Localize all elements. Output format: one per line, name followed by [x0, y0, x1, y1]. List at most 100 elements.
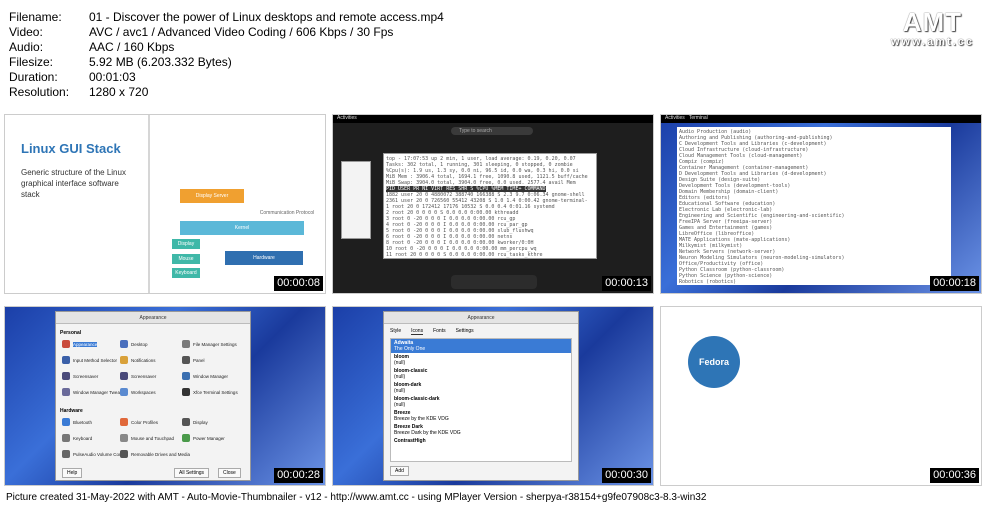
item-label: Mouse and Touchpad [131, 435, 174, 441]
settings-item[interactable]: Workspaces [120, 388, 156, 396]
settings-item[interactable]: Power Manager [182, 434, 225, 442]
settings-item[interactable]: Removable Drives and Media [120, 450, 190, 458]
item-label: Removable Drives and Media [131, 451, 191, 457]
item-label: Notifications [131, 357, 156, 363]
settings-item[interactable]: Xfce Terminal Settings [182, 388, 238, 396]
settings-item[interactable]: Appearance [62, 340, 98, 348]
info-value: 01 - Discover the power of Linux desktop… [89, 10, 444, 24]
list-item[interactable]: bloom-classic-dark (null) [391, 395, 571, 409]
footer-text: Picture created 31-May-2022 with AMT - A… [6, 492, 707, 503]
terminal-content: top - 17:07:53 up 2 min, 1 user, load av… [384, 154, 596, 258]
thumbnail-5[interactable]: Appearance Style Icons Fonts Settings Ad… [332, 306, 654, 486]
list-item[interactable]: Breeze Breeze by the KDE VDG [391, 409, 571, 423]
side-window [341, 161, 371, 239]
info-value: AAC / 160 Kbps [89, 40, 175, 54]
thumbnail-2[interactable]: Activities Type to search top - 17:07:53… [332, 114, 654, 294]
item-label: Input Method Selector [73, 357, 118, 363]
window-title: Appearance [56, 312, 250, 324]
settings-item[interactable]: Keyboard [62, 434, 92, 442]
info-key: Filename: [9, 10, 62, 24]
info-key: Resolution: [9, 85, 70, 99]
timestamp: 00:00:30 [602, 468, 651, 483]
settings-item[interactable]: Panel [182, 356, 205, 364]
info-value: 1280 x 720 [89, 85, 149, 99]
item-label: Color Profiles [131, 419, 159, 425]
close-button[interactable]: Close [218, 468, 241, 478]
list-item[interactable]: bloom-classic (null) [391, 367, 571, 381]
info-key: Audio: [9, 40, 44, 54]
settings-item[interactable]: Notifications [120, 356, 156, 364]
info-value: 5.92 MB (6.203.332 Bytes) [89, 55, 232, 69]
tab-settings[interactable]: Settings [456, 328, 474, 335]
thumbnail-1[interactable]: Linux GUI Stack Generic structure of the… [4, 114, 326, 294]
kernel-block: Kernel [180, 221, 304, 235]
item-label: Window Manager [193, 373, 229, 379]
slide-title: Linux GUI Stack [21, 141, 121, 156]
add-button[interactable]: Add [390, 466, 409, 476]
item-label: Desktop [131, 341, 148, 347]
item-label: Workspaces [131, 389, 156, 395]
settings-item[interactable]: Window Manager Tweaks [62, 388, 124, 396]
settings-item[interactable]: Window Manager [182, 372, 228, 380]
settings-item[interactable]: Screensaver [120, 372, 156, 380]
list-item[interactable]: bloom (null) [391, 353, 571, 367]
info-row: Resolution: 1280 x 720 [9, 85, 444, 100]
slide-divider [148, 115, 150, 293]
item-label: Keyboard [73, 435, 93, 441]
info-row: Audio: AAC / 160 Kbps [9, 40, 444, 55]
thumbnail-6[interactable]: Fedora 00:00:36 [660, 306, 982, 486]
info-row: Filesize: 5.92 MB (6.203.332 Bytes) [9, 55, 444, 70]
item-label: Screensaver [131, 373, 157, 379]
settings-item[interactable]: Desktop [120, 340, 148, 348]
item-sub: The Only One [394, 346, 426, 352]
settings-window: Appearance Personal Hardware Appearance … [55, 311, 251, 481]
item-label: Bluetooth [73, 419, 93, 425]
list-item[interactable]: ContrastHigh [391, 437, 571, 445]
list-item[interactable]: Breeze Dark Breeze Dark by the KDE VDG [391, 423, 571, 437]
list-item[interactable]: Adwaita The Only One [391, 339, 571, 353]
item-label: Appearance [73, 341, 98, 347]
item-sub: (null) [394, 388, 406, 394]
settings-item[interactable]: Input Method Selector [62, 356, 117, 364]
settings-item[interactable]: File Manager Settings [182, 340, 237, 348]
info-value: AVC / avc1 / Advanced Video Coding / 606… [89, 25, 394, 39]
tab-fonts[interactable]: Fonts [433, 328, 446, 335]
theme-list: Adwaita The Only One bloom (null) bloom-cl… [390, 338, 572, 462]
tab-icons[interactable]: Icons [411, 328, 424, 335]
settings-item[interactable]: Mouse and Touchpad [120, 434, 174, 442]
thumbnail-4[interactable]: Appearance Personal Hardware Appearance … [4, 306, 326, 486]
info-key: Filesize: [9, 55, 54, 69]
timestamp: 00:00:28 [274, 468, 323, 483]
search-input[interactable]: Type to search [451, 127, 533, 135]
list-item[interactable]: bloom-dark (null) [391, 381, 571, 395]
activities-label: Activities [665, 115, 685, 121]
logo-url: www.amt.cc [890, 36, 974, 48]
settings-item[interactable]: Color Profiles [120, 418, 158, 426]
settings-item[interactable]: Bluetooth [62, 418, 92, 426]
thumbnail-3[interactable]: Activities Terminal Audio Production (au… [660, 114, 982, 294]
fedora-circle: Fedora [688, 336, 740, 388]
item-label: Window Manager Tweaks [73, 389, 125, 395]
top-bar: Activities [333, 115, 653, 123]
tab-style[interactable]: Style [390, 328, 401, 335]
help-button[interactable]: Help [62, 468, 83, 478]
item-name: ContrastHigh [394, 438, 426, 444]
logo-text: AMT [902, 7, 963, 37]
file-info: Filename: 01 - Discover the power of Linu… [9, 10, 444, 100]
amt-logo: AMT www.amt.cc [891, 8, 974, 48]
protocol-label: Communication Protocol [259, 210, 315, 216]
timestamp: 00:00:13 [602, 276, 651, 291]
settings-item[interactable]: Display [182, 418, 208, 426]
item-sub: (null) [394, 360, 406, 366]
item-sub: (null) [394, 374, 406, 380]
settings-item[interactable]: Screensaver [62, 372, 98, 380]
all-settings-button[interactable]: All Settings [174, 468, 210, 478]
terminal-label: Terminal [688, 115, 708, 121]
settings-item[interactable]: PulseAudio Volume Control [62, 450, 128, 458]
keyboard-block: Keyboard [172, 268, 200, 278]
dock[interactable] [451, 275, 537, 289]
info-key: Duration: [9, 70, 58, 84]
item-sub: (null) [394, 402, 406, 408]
info-value: 00:01:03 [89, 70, 136, 84]
info-row: Duration: 00:01:03 [9, 70, 444, 85]
